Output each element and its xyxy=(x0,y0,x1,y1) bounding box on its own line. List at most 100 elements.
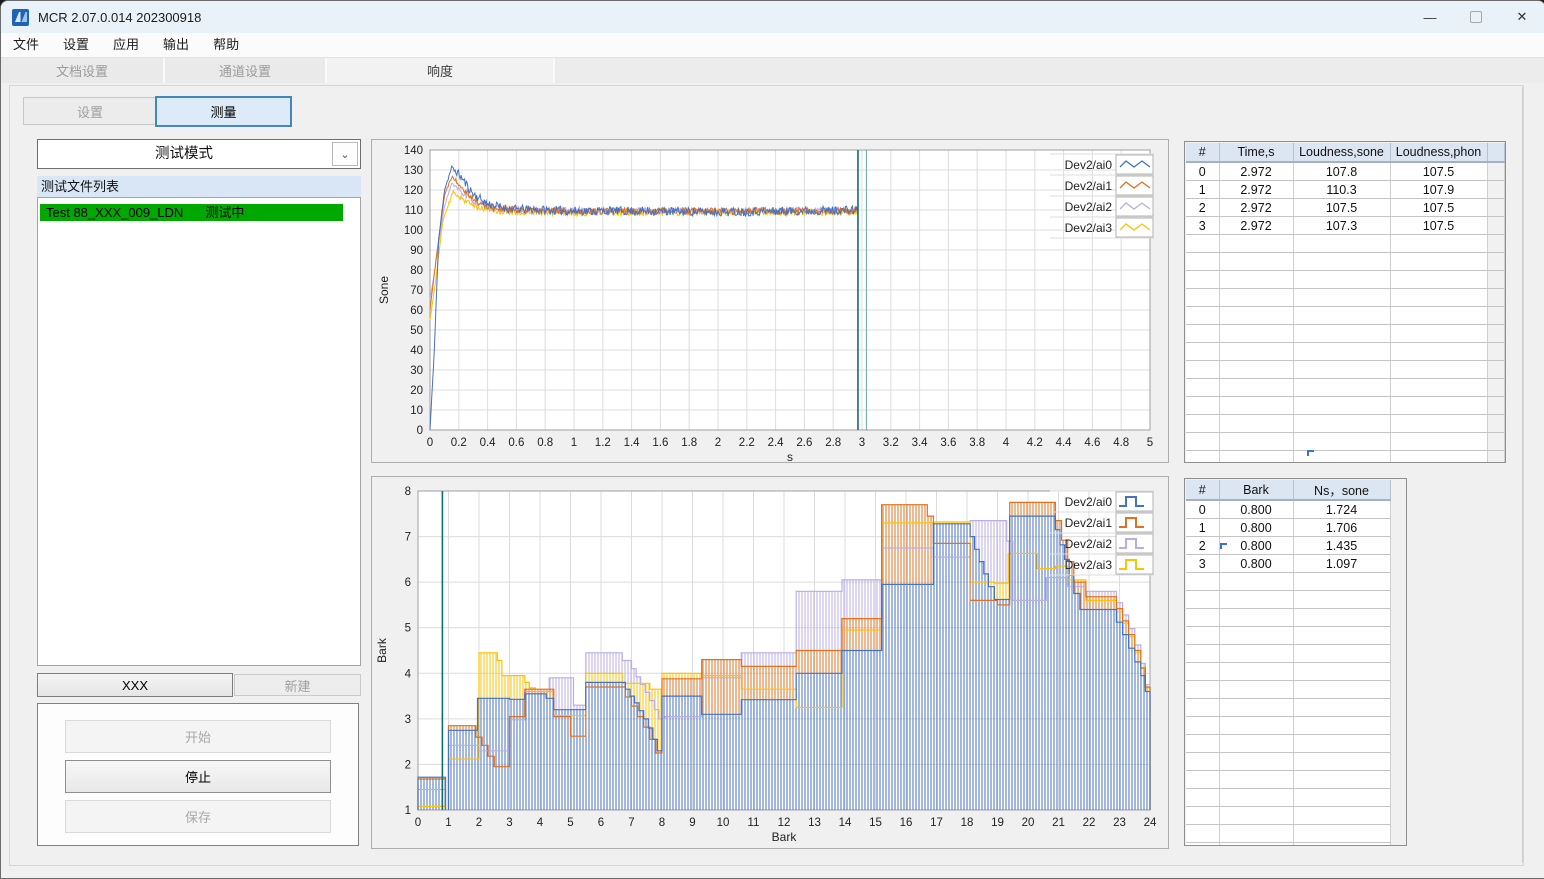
table-cell[interactable] xyxy=(1219,698,1294,717)
table-cell[interactable]: 3 xyxy=(1186,216,1220,235)
table-cell[interactable] xyxy=(1219,608,1294,627)
table-row[interactable]: 3 0.800 1.097 xyxy=(1186,554,1391,573)
table-cell[interactable] xyxy=(1293,324,1391,343)
table-cell[interactable] xyxy=(1219,288,1294,307)
table-cell[interactable] xyxy=(1186,752,1220,771)
table-cell[interactable] xyxy=(1293,288,1391,307)
legend-item[interactable]: Dev2/ai2 xyxy=(1065,533,1154,554)
table-row[interactable]: 3 2.972 107.3 107.5 xyxy=(1186,216,1505,235)
test-file-listbox[interactable]: Test 88_XXX_009_LDN 测试中 xyxy=(37,197,361,666)
table-row[interactable] xyxy=(1186,378,1505,397)
table-cell[interactable] xyxy=(1293,734,1391,753)
table-cell[interactable]: 0.800 xyxy=(1219,500,1294,519)
table-cell[interactable]: 107.8 xyxy=(1293,162,1391,181)
table-cell[interactable] xyxy=(1219,378,1294,397)
menu-item[interactable]: 应用 xyxy=(101,33,151,57)
table-cell[interactable] xyxy=(1186,572,1220,591)
table-row[interactable] xyxy=(1186,698,1391,717)
table-cell[interactable] xyxy=(1186,734,1220,753)
table-cell[interactable] xyxy=(1293,752,1391,771)
list-item[interactable]: Test 88_XXX_009_LDN 测试中 xyxy=(40,204,343,221)
table-cell[interactable] xyxy=(1186,788,1220,807)
table-cell[interactable] xyxy=(1293,252,1391,271)
table-cell[interactable] xyxy=(1293,572,1391,591)
table-cell[interactable]: 107.5 xyxy=(1390,216,1488,235)
table-row[interactable] xyxy=(1186,680,1391,699)
table-cell[interactable] xyxy=(1186,252,1220,271)
table-cell[interactable] xyxy=(1219,716,1294,735)
table-cell[interactable] xyxy=(1186,414,1220,433)
table-cell[interactable]: 1 xyxy=(1186,180,1220,199)
table-cell[interactable] xyxy=(1293,396,1391,415)
table-cell[interactable]: 1.097 xyxy=(1293,554,1391,573)
table-cell[interactable] xyxy=(1293,432,1391,451)
loudness-time-chart[interactable]: 0 0.2 0.4 0.6 0.8 1 1.2 1.4 1.6 1.8 2 2.2 2.4 2.6 2.8 3… xyxy=(371,139,1169,464)
table-cell[interactable] xyxy=(1390,270,1488,289)
table-row[interactable] xyxy=(1186,788,1391,807)
close-button[interactable]: ✕ xyxy=(1499,1,1544,33)
table-cell[interactable] xyxy=(1219,234,1294,253)
table-cell[interactable] xyxy=(1390,288,1488,307)
chevron-down-icon[interactable]: ⌄ xyxy=(332,142,358,166)
table-row[interactable] xyxy=(1186,626,1391,645)
table-row[interactable] xyxy=(1186,752,1391,771)
stop-button[interactable]: 停止 xyxy=(65,760,331,793)
table-row[interactable]: 0 2.972 107.8 107.5 xyxy=(1186,162,1505,181)
table-cell[interactable] xyxy=(1390,234,1488,253)
table-row[interactable] xyxy=(1186,288,1505,307)
table-cell[interactable]: 2 xyxy=(1186,198,1220,217)
table-row[interactable] xyxy=(1186,716,1391,735)
menu-item[interactable]: 设置 xyxy=(51,33,101,57)
table-cell[interactable]: 0 xyxy=(1186,500,1220,519)
table-row[interactable] xyxy=(1186,608,1391,627)
table-row[interactable] xyxy=(1186,590,1391,609)
table-cell[interactable] xyxy=(1186,680,1220,699)
table-cell[interactable] xyxy=(1219,770,1294,789)
table-row[interactable] xyxy=(1186,450,1505,462)
table-cell[interactable] xyxy=(1219,432,1294,451)
table-cell[interactable] xyxy=(1186,360,1220,379)
table-cell[interactable] xyxy=(1219,806,1294,825)
table-cell[interactable] xyxy=(1390,324,1488,343)
table-cell[interactable] xyxy=(1186,324,1220,343)
table-cell[interactable] xyxy=(1219,842,1294,845)
table-row[interactable] xyxy=(1186,306,1505,325)
table-cell[interactable] xyxy=(1186,644,1220,663)
table-cell[interactable] xyxy=(1293,806,1391,825)
table-row[interactable] xyxy=(1186,842,1391,845)
table-cell[interactable] xyxy=(1390,432,1488,451)
legend-item[interactable]: Dev2/ai3 xyxy=(1065,554,1154,575)
table-cell[interactable] xyxy=(1219,342,1294,361)
table-row[interactable] xyxy=(1186,360,1505,379)
table-cell[interactable]: 107.5 xyxy=(1390,198,1488,217)
table-cell[interactable] xyxy=(1186,378,1220,397)
table-cell[interactable] xyxy=(1390,414,1488,433)
maximize-button[interactable] xyxy=(1453,1,1499,33)
table-cell[interactable] xyxy=(1219,306,1294,325)
table-cell[interactable] xyxy=(1390,306,1488,325)
table-cell[interactable] xyxy=(1219,270,1294,289)
table-cell[interactable] xyxy=(1293,680,1391,699)
table-cell[interactable] xyxy=(1293,608,1391,627)
table-cell[interactable] xyxy=(1186,288,1220,307)
table-cell[interactable] xyxy=(1293,824,1391,843)
legend-item[interactable]: Dev2/ai1 xyxy=(1065,175,1154,196)
table-cell[interactable] xyxy=(1186,770,1220,789)
table-cell[interactable]: 2.972 xyxy=(1219,216,1294,235)
table-cell[interactable] xyxy=(1219,824,1294,843)
table-cell[interactable] xyxy=(1186,824,1220,843)
table-cell[interactable] xyxy=(1219,324,1294,343)
table-cell[interactable]: 0.800 xyxy=(1219,536,1294,555)
legend-item[interactable]: Dev2/ai1 xyxy=(1065,512,1154,533)
table-cell[interactable] xyxy=(1219,572,1294,591)
menu-item[interactable]: 帮助 xyxy=(201,33,251,57)
table-cell[interactable] xyxy=(1293,234,1391,253)
table-cell[interactable] xyxy=(1219,680,1294,699)
table-cell[interactable] xyxy=(1186,662,1220,681)
tab-通道设置[interactable]: 通道设置 xyxy=(165,58,327,83)
table-row[interactable] xyxy=(1186,324,1505,343)
table-row[interactable] xyxy=(1186,396,1505,415)
table-cell[interactable] xyxy=(1186,234,1220,253)
table-cell[interactable]: 1.435 xyxy=(1293,536,1391,555)
table-cell[interactable] xyxy=(1219,734,1294,753)
